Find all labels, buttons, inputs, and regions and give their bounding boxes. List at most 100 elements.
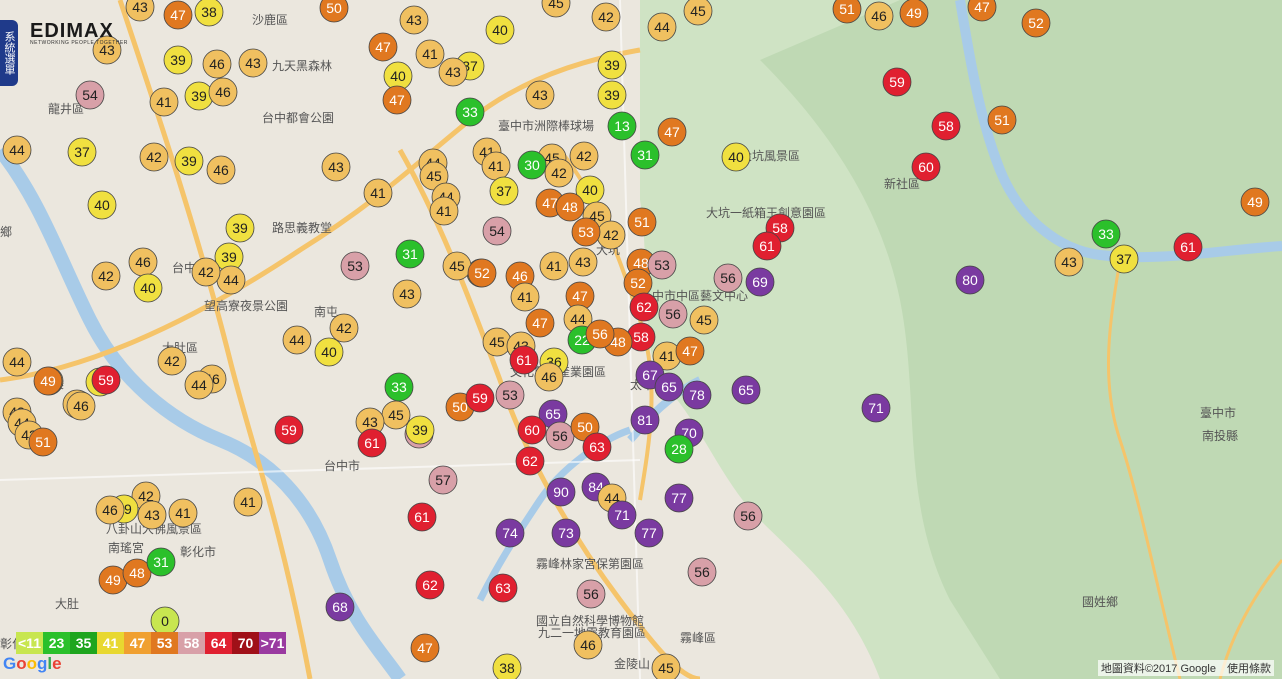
aqi-marker[interactable]: 42 <box>191 257 221 287</box>
aqi-marker[interactable]: 77 <box>664 483 694 513</box>
aqi-marker[interactable]: 41 <box>363 178 393 208</box>
aqi-marker[interactable]: 42 <box>596 220 626 250</box>
aqi-marker[interactable]: 61 <box>509 345 539 375</box>
aqi-marker[interactable]: 46 <box>66 391 96 421</box>
aqi-marker[interactable]: 43 <box>137 500 167 530</box>
aqi-marker[interactable]: 62 <box>515 446 545 476</box>
aqi-marker[interactable]: 43 <box>392 279 422 309</box>
terms-link[interactable]: 使用條款 <box>1227 663 1271 675</box>
aqi-marker[interactable]: 37 <box>489 176 519 206</box>
aqi-marker[interactable]: 39 <box>174 146 204 176</box>
aqi-marker[interactable]: 47 <box>410 633 440 663</box>
aqi-marker[interactable]: 61 <box>407 502 437 532</box>
aqi-marker[interactable]: 73 <box>551 518 581 548</box>
aqi-marker[interactable]: 46 <box>128 247 158 277</box>
aqi-marker[interactable]: 45 <box>381 400 411 430</box>
aqi-marker[interactable]: 53 <box>495 380 525 410</box>
aqi-marker[interactable]: 46 <box>864 1 894 31</box>
aqi-marker[interactable]: 40 <box>87 190 117 220</box>
aqi-marker[interactable]: 40 <box>133 273 163 303</box>
aqi-marker[interactable]: 41 <box>429 196 459 226</box>
aqi-marker[interactable]: 46 <box>202 49 232 79</box>
aqi-marker[interactable]: 63 <box>488 573 518 603</box>
aqi-marker[interactable]: 42 <box>569 141 599 171</box>
aqi-marker[interactable]: 43 <box>438 57 468 87</box>
aqi-marker[interactable]: 56 <box>576 579 606 609</box>
aqi-marker[interactable]: 42 <box>139 142 169 172</box>
aqi-marker[interactable]: 39 <box>184 81 214 111</box>
aqi-marker[interactable]: 40 <box>721 142 751 172</box>
aqi-marker[interactable]: 49 <box>98 565 128 595</box>
aqi-marker[interactable]: 43 <box>1054 247 1084 277</box>
aqi-marker[interactable]: 40 <box>485 15 515 45</box>
aqi-marker[interactable]: 41 <box>539 251 569 281</box>
aqi-marker[interactable]: 44 <box>2 347 32 377</box>
aqi-marker[interactable]: 54 <box>482 216 512 246</box>
aqi-marker[interactable]: 46 <box>573 630 603 660</box>
aqi-marker[interactable]: 45 <box>482 327 512 357</box>
aqi-marker[interactable]: 39 <box>163 45 193 75</box>
aqi-marker[interactable]: 46 <box>95 495 125 525</box>
aqi-marker[interactable]: 41 <box>233 487 263 517</box>
aqi-marker[interactable]: 42 <box>329 313 359 343</box>
aqi-marker[interactable]: 74 <box>495 518 525 548</box>
aqi-marker[interactable]: 42 <box>544 158 574 188</box>
aqi-marker[interactable]: 42 <box>91 261 121 291</box>
map-canvas[interactable]: 沙鹿區九天黑森林台中都會公園龍井區臺中市洲際棒球場大坑風景區新社區大坑一紙箱王創… <box>0 0 1282 679</box>
aqi-marker[interactable]: 43 <box>525 80 555 110</box>
aqi-marker[interactable]: 47 <box>163 0 193 30</box>
aqi-marker[interactable]: 41 <box>481 151 511 181</box>
aqi-marker[interactable]: 42 <box>591 2 621 32</box>
aqi-marker[interactable]: 53 <box>571 217 601 247</box>
aqi-marker[interactable]: 47 <box>525 308 555 338</box>
aqi-marker[interactable]: 56 <box>658 299 688 329</box>
aqi-marker[interactable]: 77 <box>634 518 664 548</box>
aqi-marker[interactable]: 39 <box>597 80 627 110</box>
aqi-marker[interactable]: 51 <box>627 207 657 237</box>
aqi-marker[interactable]: 39 <box>597 50 627 80</box>
aqi-marker[interactable]: 45 <box>689 305 719 335</box>
aqi-marker[interactable]: 48 <box>555 192 585 222</box>
aqi-marker[interactable]: 44 <box>282 325 312 355</box>
aqi-marker[interactable]: 53 <box>647 250 677 280</box>
aqi-marker[interactable]: 13 <box>607 111 637 141</box>
aqi-marker[interactable]: 43 <box>399 5 429 35</box>
aqi-marker[interactable]: 56 <box>585 319 615 349</box>
aqi-marker[interactable]: 61 <box>752 231 782 261</box>
aqi-marker[interactable]: 59 <box>465 383 495 413</box>
aqi-marker[interactable]: 90 <box>546 477 576 507</box>
aqi-marker[interactable]: 59 <box>274 415 304 445</box>
aqi-marker[interactable]: 56 <box>713 263 743 293</box>
aqi-marker[interactable]: 31 <box>146 547 176 577</box>
aqi-marker[interactable]: 51 <box>987 105 1017 135</box>
aqi-marker[interactable]: 47 <box>368 32 398 62</box>
aqi-marker[interactable]: 42 <box>157 346 187 376</box>
aqi-marker[interactable]: 47 <box>382 85 412 115</box>
aqi-marker[interactable]: 46 <box>206 155 236 185</box>
aqi-marker[interactable]: 46 <box>534 362 564 392</box>
aqi-marker[interactable]: 56 <box>545 421 575 451</box>
aqi-marker[interactable]: 44 <box>184 370 214 400</box>
aqi-marker[interactable]: 44 <box>647 12 677 42</box>
aqi-marker[interactable]: 57 <box>428 465 458 495</box>
aqi-marker[interactable]: 37 <box>67 137 97 167</box>
aqi-marker[interactable]: 56 <box>733 501 763 531</box>
aqi-marker[interactable]: 44 <box>2 135 32 165</box>
aqi-marker[interactable]: 69 <box>745 267 775 297</box>
system-menu-tab[interactable]: 系統選單 <box>0 20 18 86</box>
aqi-marker[interactable]: 47 <box>675 336 705 366</box>
aqi-marker[interactable]: 71 <box>861 393 891 423</box>
aqi-marker[interactable]: 52 <box>623 268 653 298</box>
aqi-marker[interactable]: 49 <box>1240 187 1270 217</box>
aqi-marker[interactable]: 78 <box>682 380 712 410</box>
aqi-marker[interactable]: 45 <box>651 653 681 679</box>
aqi-marker[interactable]: 43 <box>568 247 598 277</box>
aqi-marker[interactable]: 59 <box>91 365 121 395</box>
aqi-marker[interactable]: 59 <box>882 67 912 97</box>
aqi-marker[interactable]: 33 <box>384 372 414 402</box>
aqi-marker[interactable]: 41 <box>415 39 445 69</box>
aqi-marker[interactable]: 39 <box>405 415 435 445</box>
aqi-marker[interactable]: 31 <box>630 140 660 170</box>
aqi-marker[interactable]: 61 <box>357 428 387 458</box>
aqi-marker[interactable]: 60 <box>911 152 941 182</box>
